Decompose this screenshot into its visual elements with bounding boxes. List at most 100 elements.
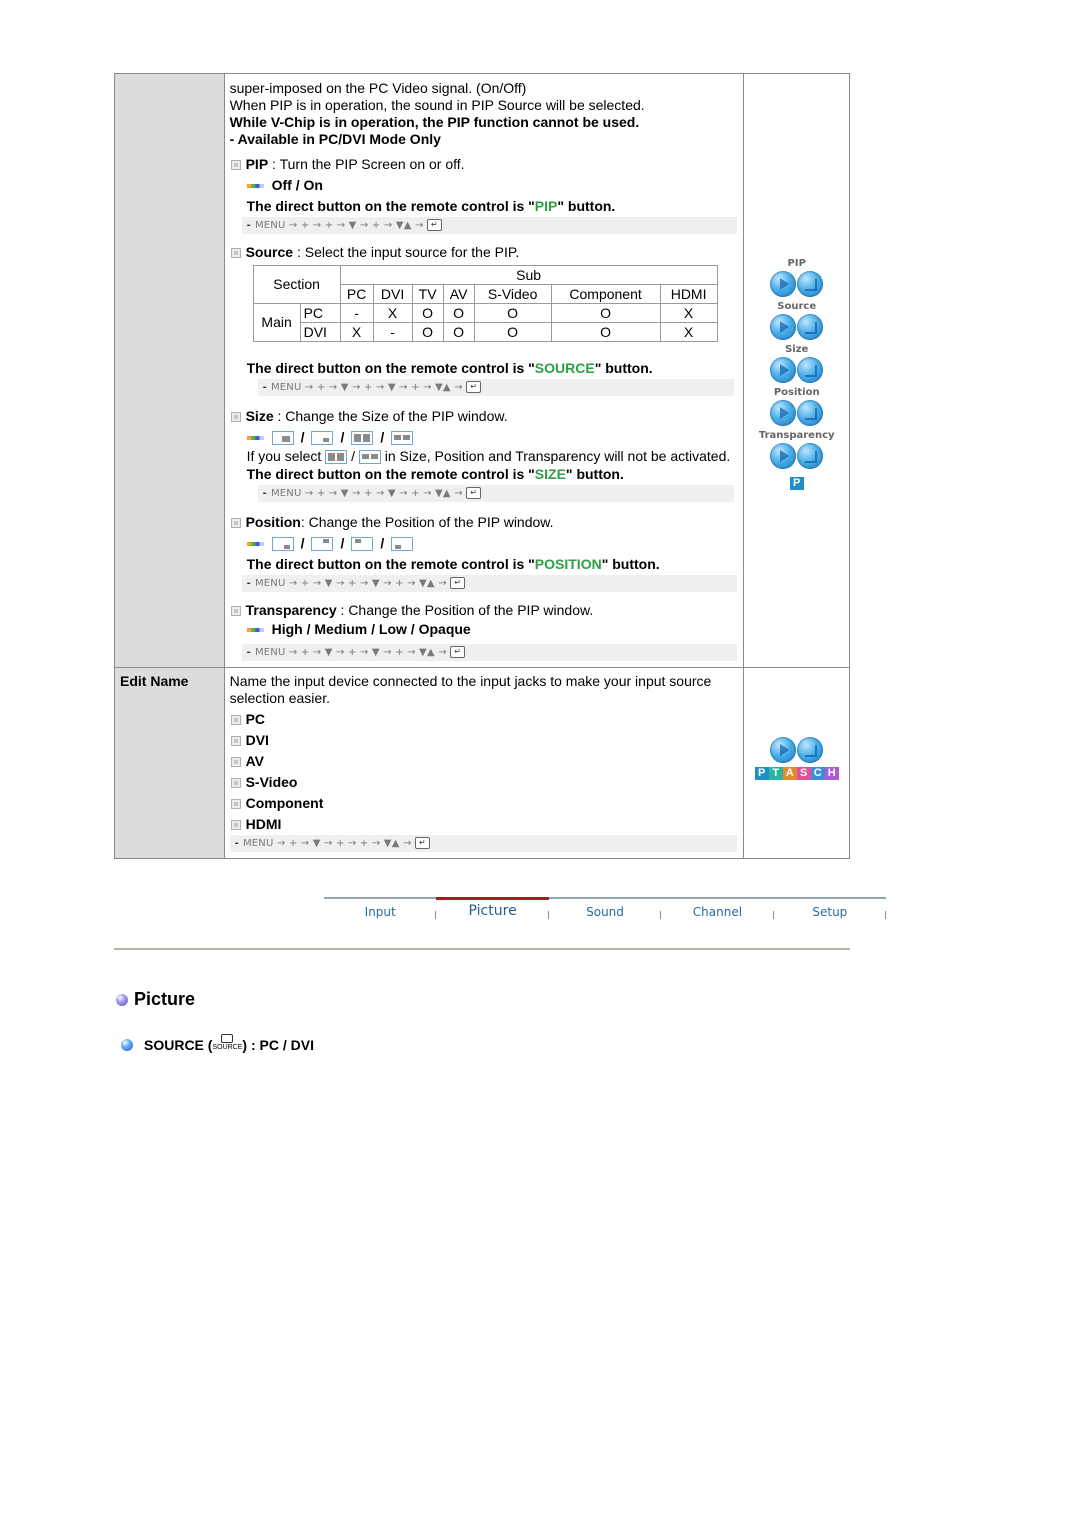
cell: X: [339, 322, 374, 342]
source-key-label: SOURCE: [212, 1044, 243, 1051]
play-icon[interactable]: [770, 443, 797, 469]
icon-label-size: Size: [785, 344, 809, 355]
col-header: S-Video: [473, 284, 552, 304]
options-line: High / Medium / Low / Opaque: [246, 621, 738, 638]
options-icon: [246, 435, 264, 440]
play-icon[interactable]: [770, 737, 797, 763]
direct-prefix: The direct button on the remote control …: [246, 360, 535, 376]
stop-icon[interactable]: [797, 443, 824, 469]
item-name: Source: [245, 244, 294, 260]
cell: O: [442, 303, 475, 323]
stop-icon[interactable]: [797, 314, 824, 340]
bullet-icon: [230, 518, 241, 528]
direct-button-name: SOURCE: [534, 360, 595, 376]
row-header: DVI: [299, 322, 341, 342]
cell: X: [372, 303, 413, 323]
item-name: Position: [245, 514, 301, 530]
bullet-icon: [230, 248, 241, 258]
stop-icon[interactable]: [797, 737, 824, 763]
nav-tab-label: Input: [364, 905, 396, 919]
menu-path: - MENU → + → ▼ → + → ▼ → + → ▼▲ → ↵: [257, 379, 735, 396]
badge-letter: T: [768, 767, 783, 780]
ptasch-badge-icon: PTASCH: [754, 767, 839, 780]
stop-icon[interactable]: [797, 400, 824, 426]
col-header: DVI: [372, 284, 413, 304]
bullet-icon: [230, 778, 241, 788]
icon-label-position: Position: [773, 387, 820, 398]
pip-bottom-right-icon: [271, 536, 294, 551]
intro-line: When PIP is in operation, the sound in P…: [229, 97, 645, 113]
menu-path-text: MENU → + → ▼ → + → ▼ → + → ▼▲ →: [254, 647, 447, 658]
direct-prefix: The direct button on the remote control …: [246, 466, 535, 482]
pip-top-right-icon: [311, 536, 334, 551]
settings-table: super-imposed on the PC Video signal. (O…: [114, 73, 850, 859]
nav-tab-picture[interactable]: Picture: [436, 897, 550, 929]
list-item: S-Video: [230, 774, 738, 791]
bullet-sphere-icon: [121, 1038, 133, 1051]
stop-icon[interactable]: [797, 271, 824, 297]
menu-path: - MENU → + → ▼ → + → ▼ → + → ▼▲ → ↵: [257, 485, 735, 502]
bullet-icon: [230, 757, 241, 767]
item-desc: : Turn the PIP Screen on or off.: [268, 156, 465, 172]
row-label: Edit Name: [120, 673, 189, 689]
bullet-icon: [230, 736, 241, 746]
pip-size-small-icon: [311, 430, 334, 445]
item-desc: : Select the input source for the PIP.: [293, 244, 520, 260]
item-name: PIP: [245, 156, 269, 172]
pip-split-icon: [325, 450, 348, 465]
row-content-cell: super-imposed on the PC Video signal. (O…: [223, 73, 745, 668]
stop-icon[interactable]: [797, 357, 824, 383]
play-icon[interactable]: [770, 357, 797, 383]
table-row: DVI X - O O O O X: [253, 322, 718, 342]
transparency-button-pair: [744, 443, 849, 469]
pip-split-wide-icon: [358, 450, 381, 465]
item-size: Size : Change the Size of the PIP window…: [230, 408, 738, 425]
play-icon[interactable]: [770, 271, 797, 297]
play-icon[interactable]: [770, 314, 797, 340]
enter-key-icon: ↵: [414, 837, 430, 849]
bullet-icon: [230, 160, 241, 170]
direct-suffix: " button.: [594, 360, 653, 376]
direct-button-name: POSITION: [534, 556, 602, 572]
list-item-label: PC: [245, 711, 266, 727]
bullet-icon: [230, 820, 241, 830]
list-item: DVI: [230, 732, 738, 749]
pip-size-large-icon: [271, 430, 294, 445]
bullet-icon: [230, 799, 241, 809]
bullet-icon: [230, 606, 241, 616]
table-row-pip: super-imposed on the PC Video signal. (O…: [114, 73, 850, 668]
icon-label-source: Source: [777, 301, 817, 312]
section-header: Section: [252, 265, 341, 304]
item-name: Transparency: [245, 602, 337, 618]
pip-split-wide-icon: [391, 430, 414, 445]
nav-tab-label: Sound: [586, 905, 624, 919]
direct-button-note: The direct button on the remote control …: [247, 556, 738, 573]
nav-tab-sound[interactable]: Sound: [549, 899, 662, 929]
edit-name-intro: Name the input device connected to the i…: [229, 673, 712, 706]
source-button-pair: [744, 314, 849, 340]
options-text: High / Medium / Low / Opaque: [271, 621, 471, 637]
availability-note: - Available in PC/DVI Mode Only: [229, 131, 441, 147]
item-desc: : Change the Position of the PIP window.: [336, 602, 594, 618]
nav-tab-setup[interactable]: Setup: [774, 899, 887, 929]
direct-button-name: SIZE: [534, 466, 566, 482]
row-icons-cell: PIP Source Size Position Transparency P: [743, 73, 850, 668]
enter-key-icon: ↵: [450, 646, 466, 658]
nav-tab-channel[interactable]: Channel: [661, 899, 774, 929]
subtitle-suffix: ) : PC / DVI: [242, 1036, 314, 1053]
position-button-pair: [744, 400, 849, 426]
row-header: PC: [299, 303, 341, 323]
row-label: [115, 74, 224, 84]
item-position: Position: Change the Position of the PIP…: [230, 514, 738, 531]
size-options: / / /: [246, 429, 738, 446]
menu-path: - MENU → + → ▼ → + → ▼ → + → ▼▲ → ↵: [241, 644, 738, 661]
row-content-cell: Name the input device connected to the i…: [223, 667, 745, 859]
cell: O: [550, 322, 661, 342]
nav-tab-input[interactable]: Input: [324, 899, 437, 929]
menu-path: - MENU → + → + → ▼ → + → ▼▲ → ↵: [241, 217, 738, 234]
play-icon[interactable]: [770, 400, 797, 426]
nav-tab-label: Setup: [812, 905, 848, 919]
edit-name-button-pair: [744, 737, 849, 763]
menu-path-text: MENU → + → ▼ → + → ▼ → + → ▼▲ →: [270, 382, 463, 393]
direct-button-note: The direct button on the remote control …: [247, 360, 738, 377]
